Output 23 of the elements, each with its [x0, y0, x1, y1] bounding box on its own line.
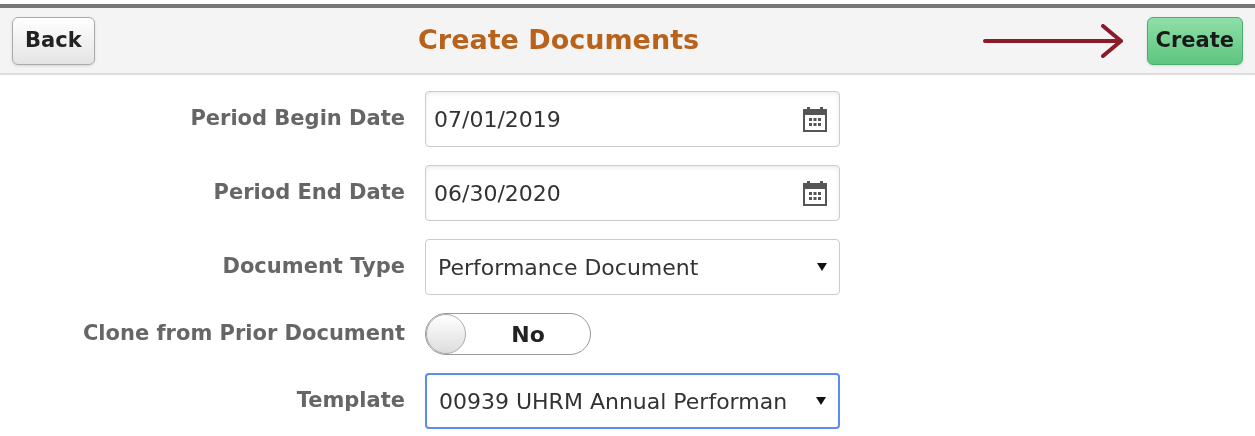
caret-icon [816, 397, 826, 405]
field-label: Period Begin Date [189, 105, 405, 133]
field-label: Period End Date [212, 179, 405, 207]
create-button[interactable]: Create [1146, 16, 1243, 65]
back-button[interactable]: Back [12, 16, 95, 65]
page-title: Create Documents [418, 23, 700, 58]
toggle-switch[interactable]: No [425, 313, 591, 355]
toggle-label: No [510, 320, 546, 349]
dropdown-field[interactable]: Performance Document [425, 239, 840, 295]
field-label: Document Type [221, 253, 405, 281]
date-value: 06/30/2020 [434, 179, 561, 208]
dropdown-value: Performance Document [438, 253, 699, 282]
arrow-icon [982, 23, 1125, 58]
date-value: 07/01/2019 [434, 105, 561, 134]
field-label: Clone from Prior Document [81, 320, 405, 348]
calendar-icon[interactable] [803, 180, 827, 206]
calendar-icon[interactable] [803, 106, 827, 132]
caret-icon [817, 263, 827, 271]
date-field[interactable]: 06/30/2020 [425, 165, 840, 221]
dropdown-value: 00939 UHRM Annual Performan [439, 387, 788, 416]
date-field[interactable]: 07/01/2019 [425, 91, 840, 147]
dropdown-field[interactable]: 00939 UHRM Annual Performan [425, 373, 840, 429]
field-label: Template [295, 387, 405, 415]
